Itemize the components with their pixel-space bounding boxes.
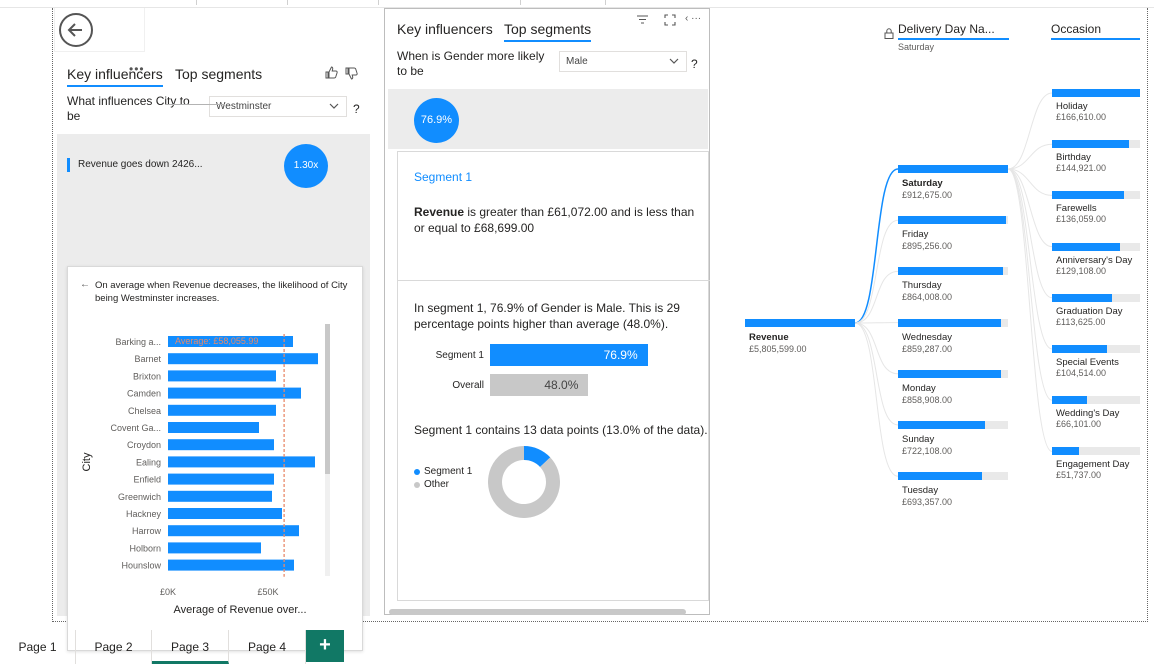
add-page-button[interactable]: + [306,630,344,662]
day-bar[interactable] [898,165,1008,173]
root-value: £5,805,599.00 [749,344,807,354]
occasion-bar[interactable] [1052,191,1125,200]
tree-connectors [854,92,1053,477]
tree-link [854,270,899,324]
tab-page-3[interactable]: Page 3 [152,630,229,664]
occasion-value: £166,610.00 [1056,112,1107,122]
tree-link [854,322,899,477]
tree-link [854,322,899,426]
tree-link [1007,168,1053,452]
occasion-bar[interactable] [1052,345,1108,353]
tree-link [1007,168,1053,401]
occasion-label: Anniversary's Day [1056,254,1133,266]
day-label: Tuesday [902,485,939,497]
day-label: Wednesday [902,331,952,343]
occasion-label: Holiday [1056,101,1088,112]
day-label: Sunday [902,434,935,445]
day-value: £693,357.00 [902,497,953,508]
tree-link [1007,168,1053,299]
day-label: Monday [902,382,936,394]
day-label: Thursday [902,280,942,292]
page-tabs: Page 1 Page 2 Page 3 Page 4 + [0,630,1154,664]
tree-link [1007,92,1053,170]
occasion-value: £104,514.00 [1056,368,1107,378]
occasion-value: £129,108.00 [1056,265,1107,276]
tree-link [854,322,899,375]
root-label: Revenue [749,332,789,343]
occasion-value: £113,625.00 [1056,316,1106,327]
day-value: £864,008.00 [902,292,953,303]
day-bar[interactable] [898,369,1002,378]
occasion-label: Graduation Day [1056,305,1123,317]
day-bar[interactable] [898,216,1006,225]
tree-link [1007,168,1053,350]
occasion-bar[interactable] [1052,293,1112,302]
occasion-label: Wedding's Day [1056,408,1120,420]
day-bar[interactable] [898,472,982,481]
day-label: Saturday [902,178,943,189]
occasion-bar[interactable] [1052,447,1080,456]
day-bar[interactable] [898,267,1003,276]
tab-page-4[interactable]: Page 4 [229,630,306,664]
tree-link [854,168,899,324]
day-value: £858,908.00 [902,394,953,405]
tab-page-1[interactable]: Page 1 [0,630,76,664]
tree-link [1007,143,1053,170]
occasion-value: £66,101.00 [1056,419,1102,430]
occasion-label: Special Events [1056,357,1119,368]
occasion-value: £136,059.00 [1056,214,1107,225]
day-value: £895,256.00 [902,241,953,252]
occasion-label: Engagement Day [1056,459,1130,471]
day-value: £912,675.00 [902,190,953,200]
occasion-bar[interactable] [1052,140,1129,149]
occasion-value: £144,921.00 [1056,163,1107,174]
occasion-bar[interactable] [1052,242,1120,251]
day-label: Friday [902,229,929,241]
occasion-label: Birthday [1056,152,1091,164]
tab-page-2[interactable]: Page 2 [76,630,152,664]
occasion-value: £51,737.00 [1056,470,1102,481]
occasion-bar[interactable] [1052,396,1088,405]
occasion-label: Farewells [1056,203,1097,215]
day-bar[interactable] [898,318,1002,327]
day-bar[interactable] [898,421,985,429]
tree-link [854,219,899,324]
day-value: £859,287.00 [902,343,953,354]
occasion-bar[interactable] [1052,89,1140,97]
day-value: £722,108.00 [902,446,953,456]
root-bar[interactable] [745,319,855,327]
